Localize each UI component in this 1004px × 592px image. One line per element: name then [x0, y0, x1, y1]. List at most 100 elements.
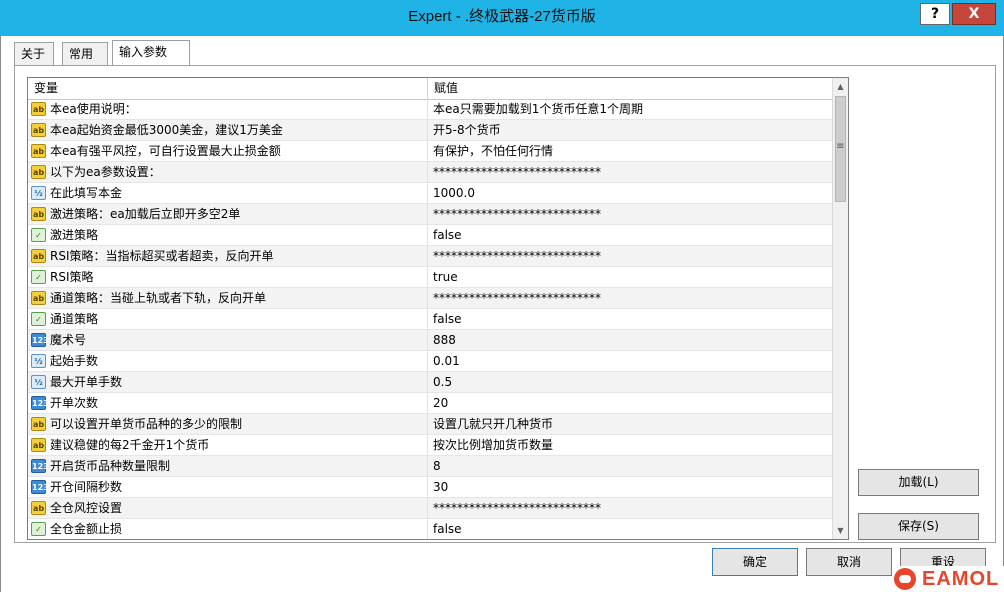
value-cell[interactable]: true	[428, 267, 837, 287]
variable-cell: ab 可以设置开单货币品种的多少的限制	[28, 414, 428, 434]
table-row[interactable]: ✓ 全仓金额止损 false	[28, 519, 832, 539]
tab-inputs[interactable]: 输入参数	[112, 40, 190, 65]
integer-type-icon: 123	[31, 333, 49, 347]
table-row[interactable]: 123 开仓间隔秒数 30	[28, 477, 832, 498]
variable-name: 以下为ea参数设置：	[50, 165, 161, 179]
variable-name: 全仓金额止损	[50, 522, 123, 536]
variable-cell: ab 本ea有强平风控，可自行设置最大止损金额	[28, 141, 428, 161]
value-cell[interactable]: 本ea只需要加载到1个货币任意1个周期	[428, 99, 837, 119]
string-type-icon: ab	[31, 102, 46, 116]
string-type-icon: ab	[31, 165, 46, 179]
value-cell[interactable]: 有保护，不怕任何行情	[428, 141, 837, 161]
watermark-text: EAMOL	[922, 568, 1000, 590]
variable-name: 建议稳健的每2千金开1个货币	[50, 438, 210, 452]
variable-name: 可以设置开单货币品种的多少的限制	[50, 417, 243, 431]
variable-cell: ✓ RSI策略	[28, 267, 428, 287]
variable-cell: ✓ 激进策略	[28, 225, 428, 245]
integer-type-icon: 123	[31, 459, 49, 473]
variable-cell: 123 开启货币品种数量限制	[28, 456, 428, 476]
table-row[interactable]: ab 本ea起始资金最低3000美金，建议1万美金 开5-8个货币	[28, 120, 832, 141]
variable-cell: ½ 在此填写本金	[28, 183, 428, 203]
bool-type-icon: ✓	[31, 522, 46, 536]
table-body: ab 本ea使用说明： 本ea只需要加载到1个货币任意1个周期 ab 本ea起始资金最低…	[28, 99, 832, 539]
table-row[interactable]: ½ 最大开单手数 0.5	[28, 372, 832, 393]
value-cell[interactable]: ****************************	[428, 204, 837, 224]
value-cell[interactable]: 设置几就只开几种货币	[428, 414, 837, 434]
table-row[interactable]: ½ 起始手数 0.01	[28, 351, 832, 372]
value-cell[interactable]: 20	[428, 393, 837, 413]
table-row[interactable]: ab 通道策略：当碰上轨或者下轨，反向开单 ********************…	[28, 288, 832, 309]
load-button[interactable]: 加载(L)	[858, 469, 979, 496]
scroll-up-icon[interactable]: ▲	[833, 78, 848, 95]
variable-cell: ✓ 通道策略	[28, 309, 428, 329]
variable-cell: 123 开仓间隔秒数	[28, 477, 428, 497]
tab-about[interactable]: 关于	[14, 42, 54, 65]
value-cell[interactable]: false	[428, 225, 837, 245]
table-row[interactable]: ab 本ea有强平风控，可自行设置最大止损金额 有保护，不怕任何行情	[28, 141, 832, 162]
double-type-icon: ½	[31, 375, 46, 389]
ok-button[interactable]: 确定	[712, 548, 798, 576]
variable-name: RSI策略：当指标超买或者超卖，反向开单	[50, 249, 274, 263]
variable-name: 魔术号	[50, 333, 87, 347]
variable-name: 通道策略：当碰上轨或者下轨，反向开单	[50, 291, 267, 305]
value-cell[interactable]: 30	[428, 477, 837, 497]
table-row[interactable]: 123 开单次数 20	[28, 393, 832, 414]
table-row[interactable]: ab 本ea使用说明： 本ea只需要加载到1个货币任意1个周期	[28, 99, 832, 120]
table-row[interactable]: ab 建议稳健的每2千金开1个货币 按次比例增加货币数量	[28, 435, 832, 456]
variable-cell: ab 本ea起始资金最低3000美金，建议1万美金	[28, 120, 428, 140]
close-button[interactable]: X	[952, 3, 996, 25]
variable-name: 本ea起始资金最低3000美金，建议1万美金	[50, 123, 283, 137]
value-cell[interactable]: ****************************	[428, 162, 837, 182]
integer-type-icon: 123	[31, 396, 49, 410]
value-cell[interactable]: 1000.0	[428, 183, 837, 203]
scroll-thumb[interactable]: ≡	[835, 96, 846, 202]
value-cell[interactable]: false	[428, 309, 837, 329]
table-row[interactable]: ✓ 激进策略 false	[28, 225, 832, 246]
variable-cell: ab 激进策略：ea加载后立即开多空2单	[28, 204, 428, 224]
value-cell[interactable]: ****************************	[428, 498, 837, 518]
table-row[interactable]: ✓ RSI策略 true	[28, 267, 832, 288]
integer-type-icon: 123	[31, 480, 49, 494]
variable-name: 最大开单手数	[50, 375, 123, 389]
help-button[interactable]: ?	[920, 3, 950, 25]
value-cell[interactable]: 0.01	[428, 351, 837, 371]
value-cell[interactable]: ****************************	[428, 288, 837, 308]
variable-name: 全仓风控设置	[50, 501, 123, 515]
header-variable[interactable]: 变量	[28, 78, 428, 99]
variable-name: 开仓间隔秒数	[50, 480, 123, 494]
table-row[interactable]: ab RSI策略：当指标超买或者超卖，反向开单 ******************…	[28, 246, 832, 267]
table-row[interactable]: ✓ 通道策略 false	[28, 309, 832, 330]
watermark-logo-icon	[894, 568, 916, 590]
scroll-down-icon[interactable]: ▼	[833, 522, 848, 539]
header-value[interactable]: 赋值	[428, 78, 832, 99]
string-type-icon: ab	[31, 249, 46, 263]
table-row[interactable]: 123 开启货币品种数量限制 8	[28, 456, 832, 477]
cancel-button[interactable]: 取消	[806, 548, 892, 576]
grip-icon: ≡	[836, 141, 845, 152]
string-type-icon: ab	[31, 123, 46, 137]
variable-cell: ab RSI策略：当指标超买或者超卖，反向开单	[28, 246, 428, 266]
table-row[interactable]: 123 魔术号 888	[28, 330, 832, 351]
variable-name: 激进策略：ea加载后立即开多空2单	[50, 207, 241, 221]
table-row[interactable]: ½ 在此填写本金 1000.0	[28, 183, 832, 204]
double-type-icon: ½	[31, 186, 46, 200]
table-row[interactable]: ab 以下为ea参数设置： ****************************	[28, 162, 832, 183]
save-button[interactable]: 保存(S)	[858, 513, 979, 540]
variable-name: 激进策略	[50, 228, 99, 242]
table-row[interactable]: ab 激进策略：ea加载后立即开多空2单 *********************…	[28, 204, 832, 225]
table-row[interactable]: ab 可以设置开单货币品种的多少的限制 设置几就只开几种货币	[28, 414, 832, 435]
value-cell[interactable]: 888	[428, 330, 837, 350]
value-cell[interactable]: 8	[428, 456, 837, 476]
window-title: Expert - .终极武器-27货币版	[408, 8, 596, 25]
value-cell[interactable]: 0.5	[428, 372, 837, 392]
value-cell[interactable]: 按次比例增加货币数量	[428, 435, 837, 455]
tab-common[interactable]: 常用	[62, 42, 108, 65]
value-cell[interactable]: 开5-8个货币	[428, 120, 837, 140]
table-header: 变量 赋值	[28, 78, 832, 100]
string-type-icon: ab	[31, 417, 46, 431]
vertical-scrollbar[interactable]: ▲ ≡ ▼	[832, 78, 848, 539]
value-cell[interactable]: ****************************	[428, 246, 837, 266]
variable-cell: ab 以下为ea参数设置：	[28, 162, 428, 182]
table-row[interactable]: ab 全仓风控设置 ****************************	[28, 498, 832, 519]
value-cell[interactable]: false	[428, 519, 837, 539]
